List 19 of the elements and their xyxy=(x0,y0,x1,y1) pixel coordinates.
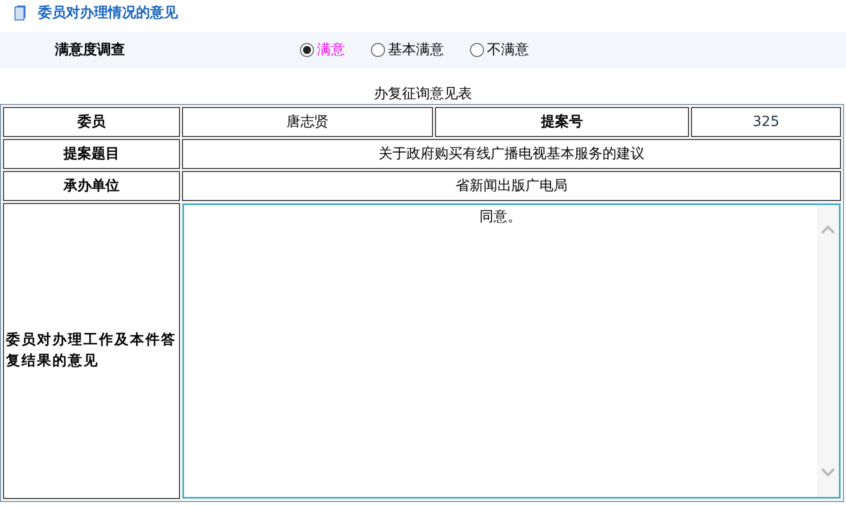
table-cell: 提案号 xyxy=(435,107,689,137)
survey-label: 满意度调查 xyxy=(54,40,126,60)
section-title: 委员对办理情况的意见 xyxy=(38,4,178,22)
table-cell: 委员对办理工作及本件答复结果的意见 xyxy=(3,203,180,499)
radio-button[interactable] xyxy=(300,43,314,57)
table-cell: 承办单位 xyxy=(3,171,180,201)
table-cell: 省新闻出版广电局 xyxy=(182,171,841,201)
table-cell: 提案题目 xyxy=(3,139,180,169)
radio-button[interactable] xyxy=(371,43,385,57)
table-cell: 325 xyxy=(691,107,841,137)
option-label[interactable]: 不满意 xyxy=(487,40,529,60)
option-label[interactable]: 基本满意 xyxy=(388,40,444,60)
form-caption: 办复征询意见表 xyxy=(373,85,473,104)
table-cell: 关于政府购买有线广播电视基本服务的建议 xyxy=(182,139,841,169)
table-cell: 唐志贤 xyxy=(182,107,433,137)
table-cell: 委员 xyxy=(3,107,180,137)
radio-button[interactable] xyxy=(470,43,484,57)
comment-field[interactable]: 同意。 xyxy=(183,204,840,498)
document-icon xyxy=(14,5,26,21)
